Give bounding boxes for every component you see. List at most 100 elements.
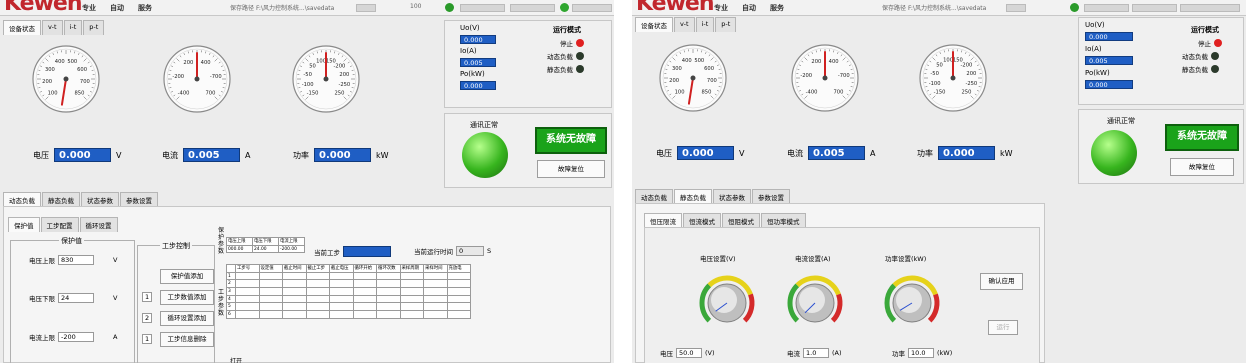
power-set-input[interactable]: 10.0 [908, 348, 934, 358]
step-cell[interactable] [423, 294, 448, 304]
step-cell[interactable] [329, 287, 354, 296]
voltage-set-input[interactable]: 50.0 [676, 348, 702, 358]
folder-icon[interactable] [356, 4, 376, 12]
toolbar-button-3[interactable] [572, 4, 612, 12]
step-cell[interactable] [423, 287, 448, 296]
subtab-cc[interactable]: 恒流模式 [683, 213, 721, 228]
step-cell[interactable] [352, 302, 377, 312]
step-cell[interactable] [423, 279, 448, 289]
current-upper-input[interactable]: -200 [58, 332, 94, 342]
tab-dynamic-load-right[interactable]: 动态负载 [635, 189, 673, 204]
step-cell[interactable] [423, 271, 448, 281]
step-cell[interactable] [305, 294, 330, 304]
step-cell[interactable] [329, 302, 354, 312]
step-cell[interactable] [352, 271, 377, 281]
step-cell[interactable] [446, 279, 471, 289]
current-set-input[interactable]: 1.0 [803, 348, 829, 358]
interval-value[interactable]: 100 [410, 3, 421, 10]
add-protection-button[interactable]: 保护值添加 [160, 269, 214, 284]
step-cell[interactable] [376, 279, 401, 289]
step-cell[interactable] [376, 310, 401, 319]
tab-device-status[interactable]: 设备状态 [3, 20, 41, 35]
step-cell[interactable] [376, 302, 401, 312]
step-cell[interactable] [305, 279, 330, 289]
voltage-lower-input[interactable]: 24 [58, 293, 94, 303]
folder-icon-right[interactable] [1006, 4, 1026, 12]
tab-param-settings-right[interactable]: 参数设置 [752, 189, 790, 204]
step-cell[interactable] [258, 279, 283, 289]
subtab-cp[interactable]: 恒功率模式 [761, 213, 806, 228]
voltage-upper-input[interactable]: 830 [58, 255, 94, 265]
step-cell[interactable] [352, 287, 377, 296]
voltage-knob[interactable] [698, 274, 756, 332]
toolbar-button-1[interactable] [460, 4, 505, 12]
step-cell[interactable] [399, 294, 424, 304]
menu-auto-right[interactable]: 自动 [742, 3, 756, 13]
prot-value-2[interactable]: 24.00 [252, 244, 279, 254]
step-cell[interactable] [258, 287, 283, 296]
tab-dynamic-load[interactable]: 动态负载 [3, 192, 41, 207]
menu-professional[interactable]: 专业 [82, 3, 96, 13]
tab-static-load-right[interactable]: 静态负载 [674, 189, 712, 204]
step-cell[interactable] [282, 271, 307, 281]
step-cell[interactable] [352, 310, 377, 319]
step-cell[interactable] [446, 287, 471, 296]
save-path-value[interactable]: F:\风力控制系统...\savedata [256, 5, 334, 12]
tab-static-load[interactable]: 静态负载 [42, 192, 80, 207]
subtab-step-config[interactable]: 工步配置 [40, 217, 79, 232]
step-num-3-value[interactable]: 1 [142, 334, 153, 344]
step-cell[interactable] [352, 294, 377, 304]
step-cell[interactable] [446, 310, 471, 319]
step-cell[interactable] [399, 271, 424, 281]
add-loop-button[interactable]: 循环设置添加 [160, 311, 214, 326]
step-cell[interactable] [423, 302, 448, 312]
prot-value-3[interactable]: -200.00 [278, 244, 305, 254]
tab-pt-right[interactable]: p-t [715, 17, 737, 32]
step-cell[interactable] [235, 287, 260, 296]
step-cell[interactable] [446, 271, 471, 281]
step-cell[interactable] [305, 287, 330, 296]
open-label[interactable]: 打开 [230, 356, 242, 363]
tab-pt[interactable]: p-t [83, 20, 105, 35]
step-num-2-value[interactable]: 2 [142, 313, 153, 323]
tab-it-right[interactable]: i-t [695, 17, 715, 32]
menu-professional-right[interactable]: 专业 [714, 3, 728, 13]
delete-step-button[interactable]: 工步信息删除 [160, 332, 214, 347]
step-cell[interactable] [282, 279, 307, 289]
step-num-1-value[interactable]: 1 [142, 292, 153, 302]
step-cell[interactable] [258, 310, 283, 319]
run-button[interactable]: 运行 [988, 320, 1018, 335]
toolbar-button-1-right[interactable] [1084, 4, 1129, 12]
tab-vt[interactable]: v-t [42, 20, 63, 35]
toolbar-button-2-right[interactable] [1132, 4, 1177, 12]
step-cell[interactable] [352, 279, 377, 289]
step-cell[interactable] [446, 302, 471, 312]
step-cell[interactable] [282, 302, 307, 312]
step-cell[interactable] [399, 287, 424, 296]
save-path-value-right[interactable]: F:\风力控制系统...\savedata [908, 5, 986, 12]
tab-device-status-right[interactable]: 设备状态 [635, 17, 673, 32]
tab-status-params[interactable]: 状态参数 [81, 192, 119, 207]
tab-status-params-right[interactable]: 状态参数 [713, 189, 751, 204]
subtab-loop-setting[interactable]: 循环设置 [79, 217, 118, 232]
step-cell[interactable] [329, 271, 354, 281]
tab-it[interactable]: i-t [63, 20, 83, 35]
tab-param-settings[interactable]: 参数设置 [120, 192, 158, 207]
step-cell[interactable] [282, 294, 307, 304]
step-cell[interactable] [399, 279, 424, 289]
step-cell[interactable] [282, 310, 307, 319]
current-knob[interactable] [786, 274, 844, 332]
confirm-apply-button[interactable]: 确认应用 [980, 273, 1023, 290]
toolbar-button-2[interactable] [510, 4, 555, 12]
step-cell[interactable] [258, 302, 283, 312]
subtab-cr[interactable]: 恒阻模式 [722, 213, 760, 228]
menu-auto[interactable]: 自动 [110, 3, 124, 13]
power-knob[interactable] [883, 274, 941, 332]
step-cell[interactable] [399, 302, 424, 312]
step-cell[interactable] [235, 279, 260, 289]
step-cell[interactable] [235, 271, 260, 281]
fault-reset-button-right[interactable]: 故障复位 [1170, 158, 1234, 176]
step-cell[interactable] [376, 271, 401, 281]
step-cell[interactable] [446, 294, 471, 304]
fault-reset-button[interactable]: 故障复位 [537, 160, 605, 178]
